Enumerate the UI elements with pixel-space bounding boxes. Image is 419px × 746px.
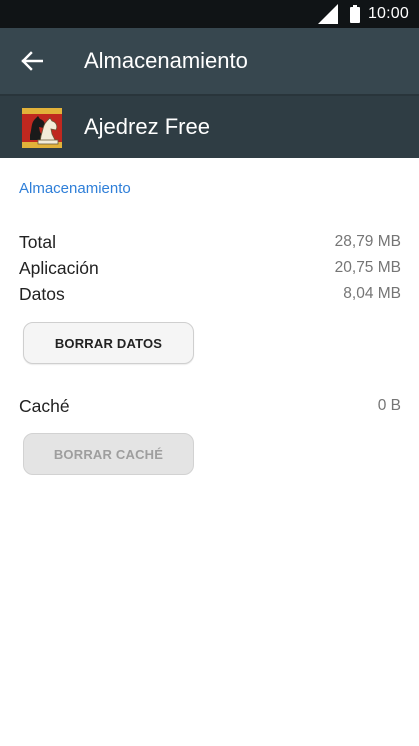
back-button[interactable] xyxy=(14,44,50,78)
row-label: Total xyxy=(19,231,56,252)
signal-icon xyxy=(317,4,338,24)
cache-label: Caché xyxy=(19,395,70,416)
toolbar: Almacenamiento xyxy=(0,28,419,94)
app-header: Ajedrez Free xyxy=(0,94,419,158)
clear-data-button[interactable]: BORRAR DATOS xyxy=(23,322,194,364)
row-value: 20,75 MB xyxy=(334,259,401,276)
cache-value: 0 B xyxy=(377,397,401,414)
status-icons: 10:00 xyxy=(317,0,409,28)
storage-row-app: Aplicación 20,75 MB xyxy=(19,256,401,280)
row-label: Aplicación xyxy=(19,257,99,278)
row-label: Datos xyxy=(19,283,65,304)
status-time: 10:00 xyxy=(367,5,409,22)
app-name: Ajedrez Free xyxy=(84,114,210,139)
status-bar: 10:00 xyxy=(0,0,419,28)
storage-section-title: Almacenamiento xyxy=(19,180,131,197)
chess-knight-icon xyxy=(22,108,62,148)
storage-row-data: Datos 8,04 MB xyxy=(19,282,401,306)
battery-icon xyxy=(349,5,360,23)
row-value: 8,04 MB xyxy=(343,285,401,302)
cache-row: Caché 0 B xyxy=(19,394,401,418)
clear-cache-button[interactable]: BORRAR CACHÉ xyxy=(23,433,194,475)
page-title: Almacenamiento xyxy=(84,48,248,73)
arrow-back-icon xyxy=(21,51,43,71)
row-value: 28,79 MB xyxy=(334,233,401,250)
storage-row-total: Total 28,79 MB xyxy=(19,230,401,254)
